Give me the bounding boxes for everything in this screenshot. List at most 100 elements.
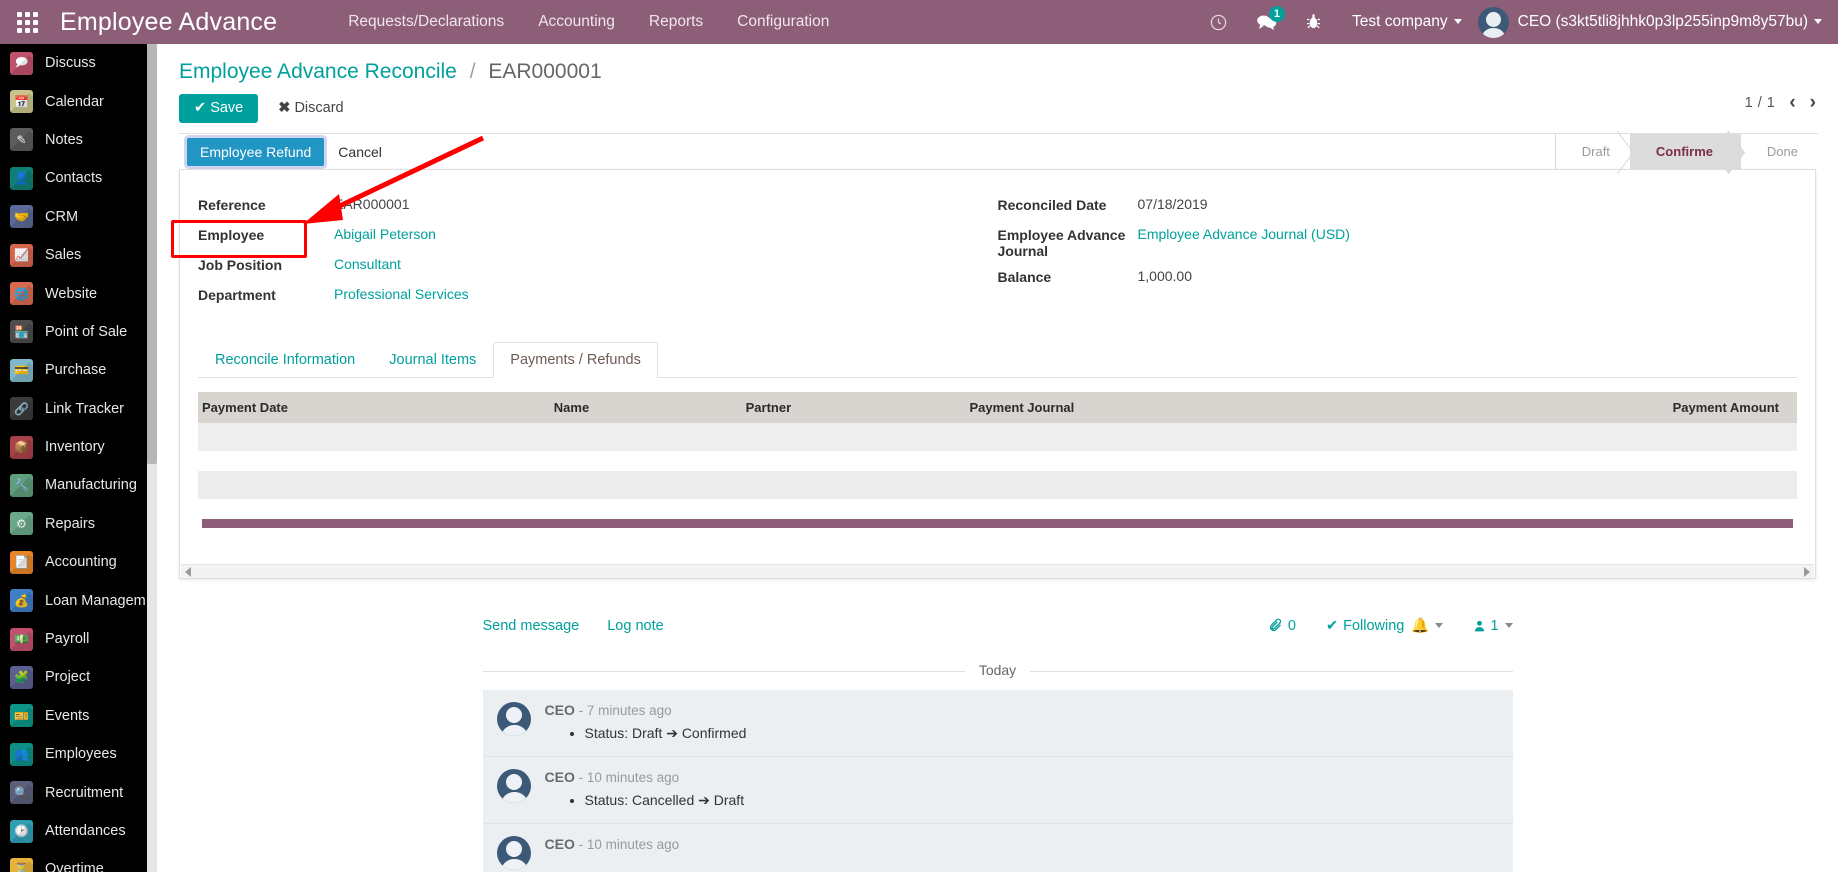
top-navbar: Employee Advance Requests/Declarations A… — [0, 0, 1838, 44]
sidebar-item-link-tracker[interactable]: 🔗 Link Tracker — [0, 390, 157, 428]
attachments-button[interactable]: 0 — [1268, 618, 1296, 634]
sidebar-item-recruitment[interactable]: 🔍 Recruitment — [0, 773, 157, 811]
control-panel: Employee Advance Reconcile / EAR000001 ✔… — [157, 44, 1838, 258]
sidebar-item-project[interactable]: 🧩 Project — [0, 658, 157, 696]
sidebar-item-repairs[interactable]: ⚙ Repairs — [0, 505, 157, 543]
chevron-right-icon[interactable]: › — [1810, 92, 1816, 114]
field-value-employee-advance-journal[interactable]: Employee Advance Journal (USD) — [1138, 226, 1350, 242]
message-header: CEO - 10 minutes ago — [545, 769, 1499, 785]
avatar[interactable] — [1477, 6, 1509, 38]
sidebar-item-discuss[interactable]: 🗩 Discuss — [0, 44, 157, 82]
field-value-employee[interactable]: Abigail Peterson — [334, 226, 436, 242]
day-separator-label: Today — [964, 662, 1031, 678]
clock-icon[interactable] — [1209, 13, 1228, 32]
bug-icon[interactable] — [1305, 13, 1322, 31]
sidebar-item-label: Link Tracker — [45, 400, 124, 417]
followers-count: 1 — [1490, 617, 1499, 634]
avatar — [496, 702, 531, 736]
employees-icon: 👥 — [10, 742, 33, 766]
sidebar-item-point-of-sale[interactable]: 🏪 Point of Sale — [0, 313, 157, 351]
breadcrumb-current: EAR000001 — [488, 60, 602, 83]
menu-item-reports[interactable]: Reports — [632, 0, 720, 44]
sidebar-item-inventory[interactable]: 📦 Inventory — [0, 428, 157, 466]
field-label-department: Department — [198, 287, 276, 303]
breadcrumb-parent[interactable]: Employee Advance Reconcile — [179, 60, 457, 83]
status-stage-confirmed[interactable]: Confirmed — [1629, 133, 1741, 170]
app-sidebar[interactable]: 🗩 Discuss 📅 Calendar ✎ Notes 👤 Contacts 🤝 CRM 📈 Sal… — [0, 44, 157, 872]
sidebar-item-accounting[interactable]: 📄 Accounting — [0, 543, 157, 581]
sidebar-item-manufacturing[interactable]: 🔧 Manufacturing — [0, 466, 157, 504]
field-value-department[interactable]: Professional Services — [334, 286, 469, 302]
sidebar-item-purchase[interactable]: 💳 Purchase — [0, 351, 157, 389]
record-actions: ✔ Save ✖ Discard — [179, 93, 1818, 123]
tab-journal-items[interactable]: Journal Items — [372, 342, 493, 378]
sidebar-item-calendar[interactable]: 📅 Calendar — [0, 82, 157, 120]
sidebar-item-label: Notes — [45, 131, 83, 148]
accounting-icon: 📄 — [10, 550, 33, 574]
sales-icon: 📈 — [10, 243, 33, 267]
status-stage-done[interactable]: Done — [1740, 133, 1818, 170]
sidebar-item-contacts[interactable]: 👤 Contacts — [0, 159, 157, 197]
sidebar-item-overtime[interactable]: ⏳ Overtime — [0, 850, 157, 872]
table-row[interactable] — [198, 423, 1797, 451]
tab-payments-refunds[interactable]: Payments / Refunds — [493, 342, 658, 378]
sidebar-item-events[interactable]: 🎫 Events — [0, 697, 157, 735]
following-button[interactable]: ✔ Following 🔔 — [1326, 617, 1444, 634]
message-author: CEO — [544, 769, 575, 785]
status-stage-label: Confirmed — [1655, 144, 1721, 159]
status-stage-draft[interactable]: Draft — [1554, 133, 1630, 170]
sidebar-item-attendances[interactable]: 🕑 Attendances — [0, 812, 157, 850]
sidebar-item-sales[interactable]: 📈 Sales — [0, 236, 157, 274]
scroll-left-icon[interactable] — [185, 567, 191, 577]
chatter-toolbar: Send message Log note 0 ✔ Following 🔔 1 — [483, 601, 1513, 648]
form-sheet: Reference EAR000001 Employee Abigail Peters… — [179, 169, 1816, 579]
sidebar-item-payroll[interactable]: 💵 Payroll — [0, 620, 157, 658]
scroll-right-icon[interactable] — [1804, 567, 1810, 577]
discard-label: Discard — [294, 100, 344, 116]
menu-item-accounting[interactable]: Accounting — [521, 0, 632, 44]
send-message-button[interactable]: Send message — [483, 618, 580, 634]
field-employee-advance-journal: Employee Advance Journal Employee Advance… — [998, 226, 1798, 259]
sidebar-item-loan-managem[interactable]: 💰 Loan Managem… — [0, 581, 157, 619]
list-item: CEO - 7 minutes ago Status: Draft ➔ Confi… — [482, 690, 1513, 757]
website-icon: 🌐 — [10, 282, 33, 306]
menu-item-configuration[interactable]: Configuration — [720, 0, 846, 44]
message-list: CEO - 7 minutes ago Status: Draft ➔ Confi… — [482, 690, 1513, 872]
tab-label: Reconcile Information — [215, 352, 356, 368]
sidebar-item-label: Project — [45, 669, 91, 686]
sidebar-item-crm[interactable]: 🤝 CRM — [0, 198, 157, 236]
sidebar-scrollbar-thumb[interactable] — [147, 44, 157, 464]
employee-refund-button[interactable]: Employee Refund — [187, 137, 325, 166]
menu-item-requests-declarations[interactable]: Requests/Declarations — [331, 0, 521, 44]
sidebar-item-label: Events — [45, 707, 90, 724]
field-job-position: Job Position Consultant — [198, 256, 998, 277]
sidebar-scrollbar[interactable] — [147, 44, 157, 872]
user-menu[interactable]: CEO (s3kt5tli8jhhk0p3lp255inp9m8y57bu) — [1518, 13, 1822, 31]
sidebar-item-label: Payroll — [45, 631, 90, 648]
discard-button[interactable]: ✖ Discard — [268, 94, 353, 122]
tab-label: Payments / Refunds — [510, 352, 641, 368]
apps-menu-button[interactable] — [0, 0, 54, 44]
company-switcher[interactable]: Test company — [1352, 13, 1462, 31]
tab-reconcile-information[interactable]: Reconcile Information — [198, 342, 372, 378]
messages-icon[interactable]: 1 — [1256, 5, 1285, 32]
field-label-job-position: Job Position — [198, 257, 282, 273]
field-value-job-position[interactable]: Consultant — [334, 256, 401, 272]
sheet-horizontal-scrollbar[interactable] — [181, 564, 1814, 578]
followers-button[interactable]: 1 — [1473, 617, 1513, 634]
chevron-left-icon[interactable]: ‹ — [1789, 92, 1795, 114]
avatar — [496, 769, 531, 803]
sidebar-item-label: Purchase — [45, 362, 107, 379]
sidebar-item-website[interactable]: 🌐 Website — [0, 274, 157, 312]
log-note-button[interactable]: Log note — [607, 618, 663, 634]
sidebar-item-employees[interactable]: 👥 Employees — [0, 735, 157, 773]
cancel-button[interactable]: Cancel — [338, 144, 382, 160]
sidebar-item-notes[interactable]: ✎ Notes — [0, 121, 157, 159]
field-department: Department Professional Services — [198, 286, 998, 307]
sidebar-item-label: Attendances — [45, 823, 126, 839]
table-header-row: Payment Date Name Partner Payment Journal Pa… — [198, 392, 1797, 423]
table-row[interactable] — [198, 471, 1797, 499]
field-label-employee-advance-journal: Employee Advance Journal — [997, 227, 1126, 259]
message-author: CEO — [544, 836, 575, 852]
save-button[interactable]: ✔ Save — [179, 93, 259, 123]
